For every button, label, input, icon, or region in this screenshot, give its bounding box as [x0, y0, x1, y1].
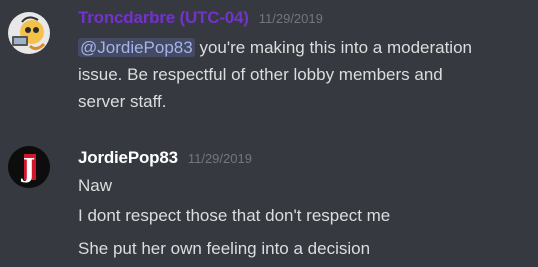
message-header: JordiePop83 11/29/2019 [78, 148, 252, 170]
anime-character-avatar-icon [8, 12, 50, 54]
message-group-jordiepop83: J JordiePop83 11/29/2019 Naw I dont resp… [0, 136, 538, 267]
message-text: you're making this into a moderation [194, 38, 472, 57]
user-avatar[interactable]: J [8, 146, 50, 188]
letter-j-logo-avatar-icon: J [8, 146, 50, 188]
timestamp: 11/29/2019 [187, 151, 252, 166]
avatar-letter: J [21, 154, 35, 184]
message-header: Troncdarbre (UTC-04) 11/29/2019 [78, 8, 323, 30]
message-text-line: She put her own feeling into a decision [78, 239, 371, 258]
message-text-line: I dont respect those that don't respect … [78, 206, 391, 225]
chat-messages: Troncdarbre (UTC-04) 11/29/2019 @JordieP… [0, 0, 538, 267]
username[interactable]: Troncdarbre (UTC-04) [78, 8, 249, 28]
message-group-troncdarbre: Troncdarbre (UTC-04) 11/29/2019 @JordieP… [0, 0, 538, 123]
message-text-line: issue. Be respectful of other lobby memb… [78, 65, 443, 84]
user-mention[interactable]: @JordiePop83 [78, 38, 195, 57]
message-text-line: Naw [78, 176, 113, 195]
message-text-line: server staff. [78, 92, 167, 111]
username[interactable]: JordiePop83 [78, 148, 178, 168]
user-avatar[interactable] [8, 12, 50, 54]
timestamp: 11/29/2019 [258, 11, 323, 26]
message-text-line: @JordiePop83 you're making this into a m… [78, 35, 530, 61]
